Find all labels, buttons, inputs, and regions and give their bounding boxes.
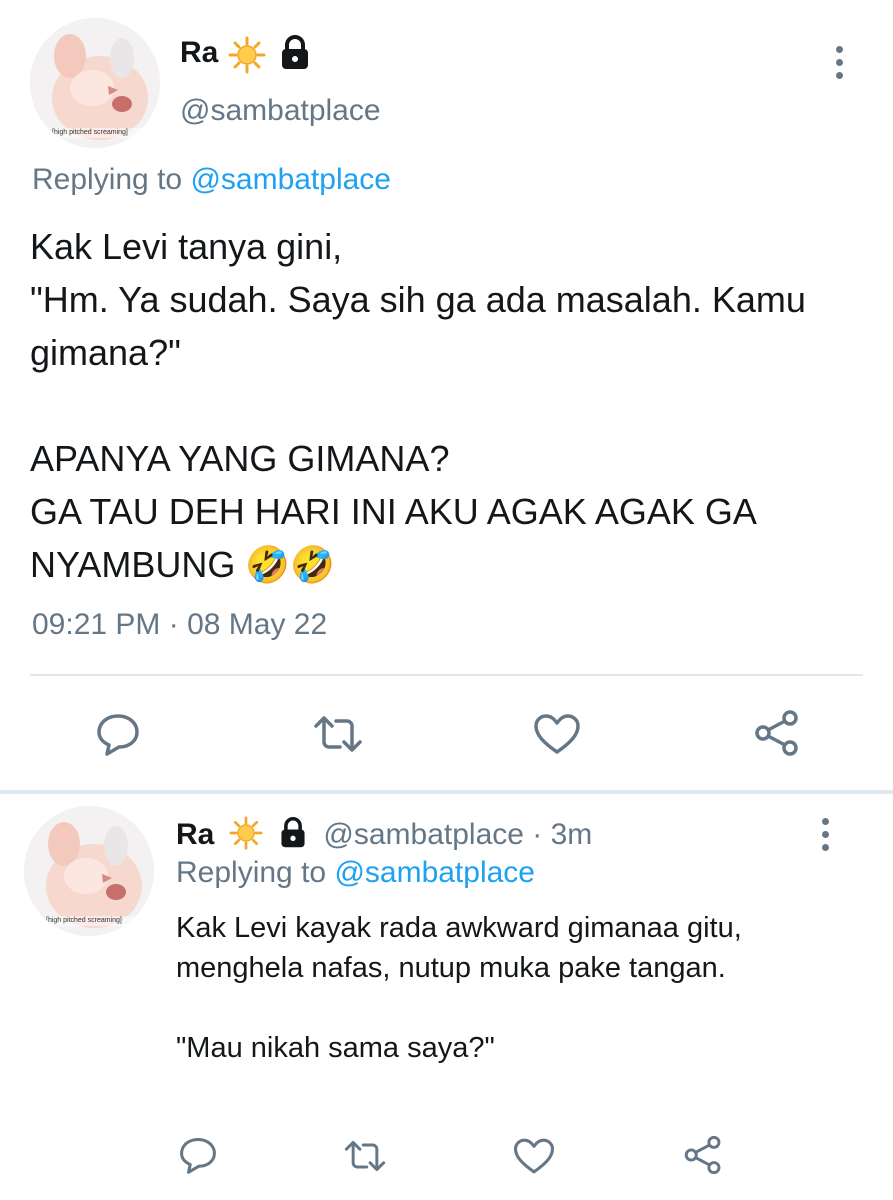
reply-icon[interactable] — [178, 1136, 218, 1174]
retweet-icon[interactable] — [312, 712, 364, 756]
retweet-icon[interactable] — [343, 1137, 387, 1175]
sun-emoji — [228, 36, 266, 79]
tweet-text: Kak Levi kayak rada awkward gimanaa gitu… — [176, 912, 742, 1064]
avatar-caption: [high pitched screaming] — [52, 129, 128, 136]
more-icon[interactable] — [822, 818, 829, 857]
lock-icon — [277, 816, 309, 860]
reply-icon[interactable] — [95, 712, 141, 756]
like-icon[interactable] — [512, 1136, 556, 1176]
avatar[interactable]: [high pitched screaming] — [30, 18, 160, 148]
handle[interactable]: @sambatplace — [180, 94, 381, 128]
share-icon[interactable] — [752, 708, 802, 758]
replying-handle-link[interactable]: @sambatplace — [334, 856, 535, 889]
timestamp[interactable]: 09:21 PM · 08 May 22 — [32, 608, 327, 642]
like-icon[interactable] — [532, 712, 582, 756]
divider — [30, 674, 863, 676]
avatar[interactable]: [high pitched screaming] — [24, 806, 154, 936]
tweet-text: Kak Levi tanya gini, "Hm. Ya sudah. Saya… — [30, 226, 806, 585]
replying-prefix: Replying to — [176, 856, 327, 889]
reply-header: Ra @sambatplace · 3m — [176, 816, 592, 860]
handle[interactable]: @sambatplace — [323, 818, 524, 851]
more-icon[interactable] — [836, 46, 843, 85]
replying-handle-link[interactable]: @sambatplace — [190, 163, 391, 196]
time-ago: · 3m — [532, 818, 593, 851]
avatar-caption: [high pitched screaming] — [46, 917, 122, 924]
display-name[interactable]: Ra — [180, 36, 218, 70]
replying-to: Replying to @sambatplace — [176, 856, 535, 890]
lock-icon — [277, 34, 313, 77]
section-divider — [0, 790, 893, 794]
display-name[interactable]: Ra — [176, 818, 214, 851]
replying-to: Replying to @sambatplace — [32, 163, 391, 197]
share-icon[interactable] — [682, 1134, 724, 1176]
replying-prefix: Replying to — [32, 163, 183, 196]
sun-emoji — [229, 816, 263, 860]
